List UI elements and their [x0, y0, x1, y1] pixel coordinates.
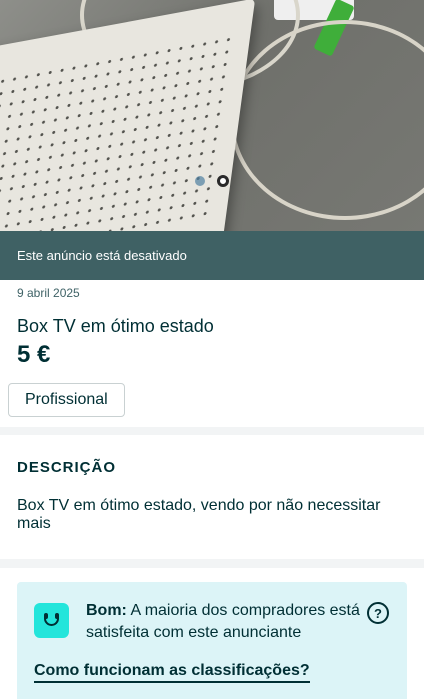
rating-summary: Bom: A maioria dos compradores está sati…	[86, 600, 367, 644]
listing-date: 9 abril 2025	[17, 286, 80, 300]
question-circle-icon[interactable]: ?	[367, 602, 389, 624]
rating-label: Bom:	[86, 602, 127, 619]
description-text: Box TV em ótimo estado, vendo por não ne…	[17, 497, 381, 532]
seller-type-chip[interactable]: Profissional	[8, 383, 125, 417]
gallery-dot-active[interactable]	[217, 175, 229, 187]
smiley-icon	[34, 603, 69, 638]
how-ratings-work-link[interactable]: Como funcionam as classificações?	[34, 662, 310, 683]
description-heading: DESCRIÇÃO	[17, 459, 117, 476]
tv-box-device	[0, 0, 256, 231]
seller-rating-card: Bom: A maioria dos compradores está sati…	[17, 582, 407, 699]
inactive-ad-banner: Este anúncio está desativado	[0, 231, 424, 280]
rating-description: A maioria dos compradores está satisfeit…	[86, 602, 360, 641]
listing-photo[interactable]	[0, 0, 424, 231]
listing-meta: 9 abril 2025 Box TV em ótimo estado 5 € …	[0, 280, 424, 417]
listing-price: 5 €	[17, 341, 51, 368]
section-divider	[0, 427, 424, 435]
description-section: DESCRIÇÃO Box TV em ótimo estado, vendo …	[0, 435, 424, 553]
gallery-dot[interactable]	[195, 176, 205, 186]
gallery-pager	[0, 175, 424, 187]
banner-text: Este anúncio está desativado	[17, 248, 187, 263]
section-divider	[0, 559, 424, 568]
listing-title: Box TV em ótimo estado	[17, 316, 214, 336]
